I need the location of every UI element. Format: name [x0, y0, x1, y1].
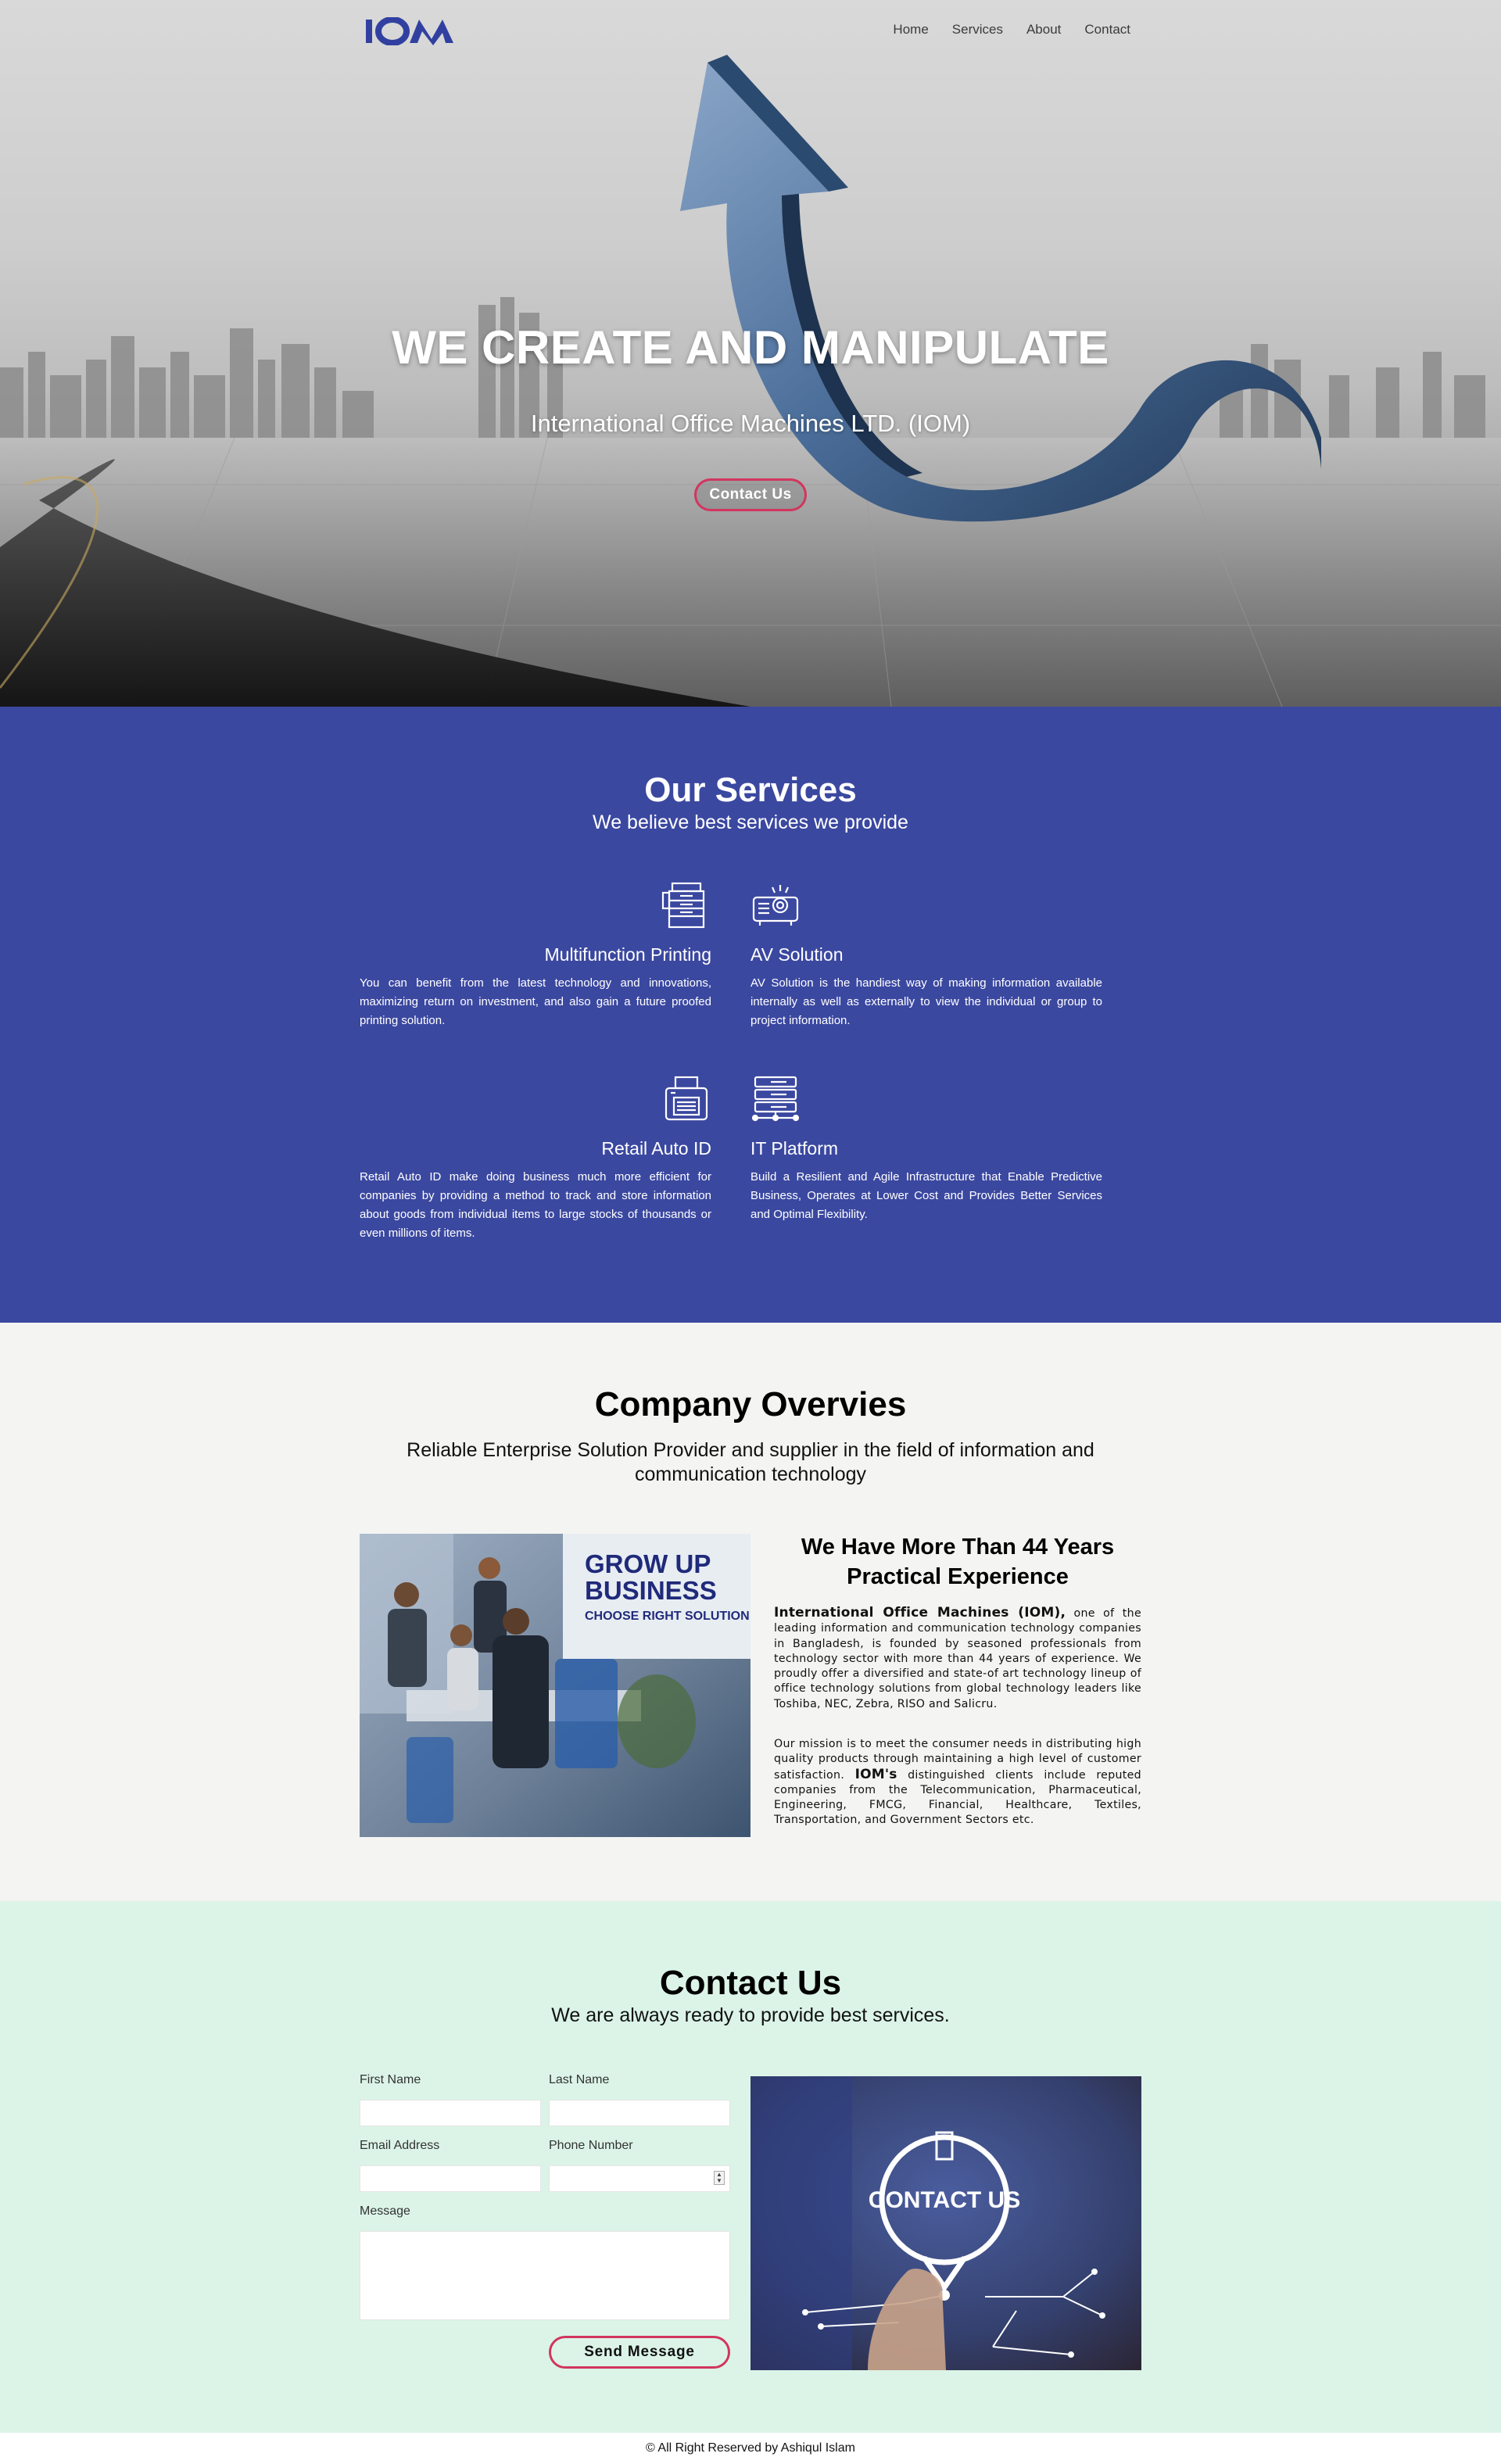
overview-paragraph-2: Our mission is to meet the consumer need… [774, 1738, 1141, 1827]
overview-subtitle: Reliable Enterprise Solution Provider an… [407, 1439, 1094, 1485]
send-message-button[interactable]: Send Message [549, 2336, 730, 2369]
label-printer-icon [665, 1076, 708, 1121]
email-label: Email Address [360, 2139, 440, 2152]
email-field[interactable] [360, 2165, 541, 2192]
grow-up-business-image: GROW UP BUSINESS CHOOSE RIGHT SOLUTION [360, 1534, 750, 1837]
nav-contact[interactable]: Contact [1084, 22, 1130, 38]
message-textarea[interactable] [360, 2231, 730, 2320]
services-section: Our Services We believe best services we… [0, 707, 1501, 1323]
service-name: AV Solution [750, 944, 844, 965]
contact-subtitle: We are always ready to provide best serv… [551, 2004, 950, 2026]
image-line-1: GROW UP [585, 1549, 711, 1578]
printer-stack-icon [661, 882, 705, 929]
overview-paragraph-1: International Office Machines (IOM), one… [774, 1605, 1141, 1710]
contact-section: Contact Us We are always ready to provid… [0, 1901, 1501, 2433]
phone-label: Phone Number [549, 2139, 633, 2152]
first-name-label: First Name [360, 2073, 421, 2086]
image-line-3: CHOOSE RIGHT SOLUTION [585, 1610, 750, 1623]
phone-stepper[interactable]: ▲ ▼ [714, 2171, 725, 2185]
service-description: Retail Auto ID make doing business much … [360, 1170, 711, 1240]
contact-title: Contact Us [659, 1964, 842, 2002]
message-label: Message [360, 2204, 410, 2218]
services-title: Our Services [644, 771, 857, 809]
service-name: Multifunction Printing [544, 944, 712, 965]
nav-links: Home Services About Contact [869, 22, 1130, 38]
nav-services[interactable]: Services [952, 22, 1003, 38]
first-name-field[interactable] [360, 2100, 541, 2126]
service-description: You can benefit from the latest technolo… [360, 976, 711, 1027]
contact-us-image: CONTACT US [750, 2076, 1141, 2370]
nav-about[interactable]: About [1026, 22, 1061, 38]
contact-image-text: CONTACT US [869, 2187, 1020, 2213]
company-overview-section: Company Overvies Reliable Enterprise Sol… [0, 1323, 1501, 1901]
experience-heading: We Have More Than 44 Years Practical Exp… [801, 1535, 1115, 1589]
hero-title: WE CREATE AND MANIPULATE [392, 321, 1109, 374]
phone-field[interactable]: ▲ ▼ [549, 2165, 730, 2192]
overview-title: Company Overvies [594, 1385, 907, 1424]
projector-icon [752, 885, 799, 926]
hero-subtitle: International Office Machines LTD. (IOM) [530, 410, 971, 437]
top-navigation: Home Services About Contact [0, 0, 1501, 63]
iom-logo[interactable] [364, 17, 455, 45]
service-name: Retail Auto ID [601, 1138, 711, 1159]
nav-home[interactable]: Home [893, 22, 928, 38]
server-rack-icon [751, 1076, 800, 1122]
footer: © All Right Reserved by Ashiqul Islam [0, 2433, 1501, 2464]
hero-section: Home Services About Contact WE CREATE AN… [0, 0, 1501, 707]
services-subtitle: We believe best services we provide [593, 811, 908, 833]
service-description: AV Solution is the handiest way of makin… [750, 976, 1102, 1027]
image-line-2: BUSINESS [585, 1576, 717, 1605]
service-description: Build a Resilient and Agile Infrastructu… [750, 1170, 1102, 1221]
service-name: IT Platform [750, 1138, 839, 1159]
last-name-label: Last Name [549, 2073, 610, 2086]
hero-contact-button[interactable]: Contact Us [694, 478, 807, 511]
last-name-field[interactable] [549, 2100, 730, 2126]
